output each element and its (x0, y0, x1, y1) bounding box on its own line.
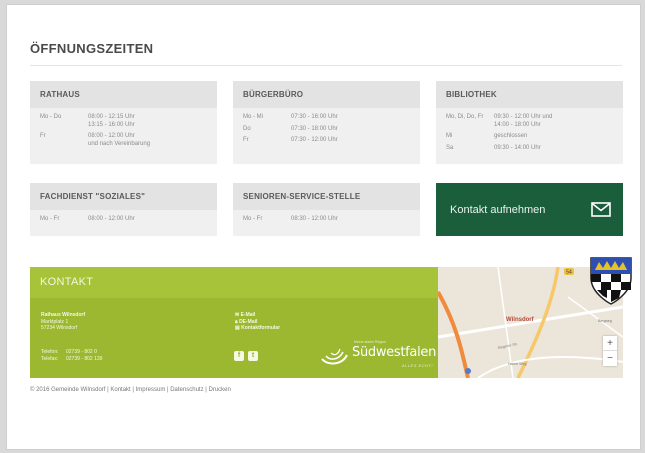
contact-phone: Telefon: 02739 - 802 0 Telefax: 02739 - 80… (41, 349, 102, 362)
hours-day: Sa (446, 144, 454, 151)
fax-label: Telefax: (41, 355, 59, 362)
hours-day: Mo - Fr (40, 216, 60, 222)
footer-link-kontakt[interactable]: Kontakt (110, 387, 130, 393)
hours-time: geschlossen (494, 133, 528, 139)
card-fachdienst-soziales: FACHDIENST "SOZIALES" Mo - Fr 08:00 - 12:… (30, 183, 217, 236)
footer-link-impressum[interactable]: Impressum (136, 387, 166, 393)
hours-row: Mo - Do 08:00 - 12:15 Uhr 13:15 - 16:00 U… (40, 114, 207, 129)
hours-time: 09:30 - 14:00 Uhr (494, 144, 541, 151)
hours-time: 08:00 - 12:00 Uhr und nach Vereinbarung (88, 133, 151, 147)
footer-link-datenschutz[interactable]: Datenschutz (170, 387, 203, 393)
phone-value[interactable]: 02739 - 802 0 (66, 349, 97, 355)
map-road-label: Hainer Weg (508, 362, 526, 366)
card-title: SENIOREN-SERVICE-STELLE (233, 183, 420, 210)
contact-cta-button[interactable]: Kontakt aufnehmen (436, 183, 623, 236)
card-title: RATHAUS (30, 81, 217, 108)
suedwestfalen-logo[interactable]: Meine starke Region Südwestfalen ALLES E… (320, 339, 437, 373)
card-senioren-service: SENIOREN-SERVICE-STELLE Mo - Fr 08:30 - 1… (233, 183, 420, 236)
contact-form-link[interactable]: ▤ Kontaktformular (235, 325, 280, 332)
hours-day: Mo - Fr (243, 216, 263, 222)
map-place-label: Wilnsdorf (506, 317, 535, 323)
zoom-in-button[interactable]: + (603, 336, 617, 351)
hours-row: Mo, Di, Do, Fr 09:30 - 12:00 Uhr und 14:0… (446, 114, 613, 129)
hours-row: Mo - Fr 08:30 - 12:00 Uhr (243, 216, 410, 224)
swoosh-icon (321, 348, 348, 365)
facebook-icon[interactable]: f (234, 351, 244, 361)
title-divider (30, 65, 622, 66)
zoom-out-button[interactable]: − (603, 351, 617, 366)
municipal-crest-icon (590, 257, 632, 305)
footer-link-drucken[interactable]: Drucken (208, 387, 230, 393)
contact-links: ✉ E-Mail 🔒︎ DE-Mail ▤ Kontaktformular (235, 312, 280, 332)
contact-title: KONTAKT (30, 267, 438, 298)
card-title: BIBLIOTHEK (436, 81, 623, 108)
map-road-label: Bergweg (598, 319, 612, 323)
hours-row: Mi geschlossen (446, 133, 613, 141)
hours-day: Mo - Mi (243, 114, 263, 120)
logo-name: Südwestfalen (352, 345, 437, 360)
twitter-icon[interactable]: t (248, 351, 258, 361)
hours-row: Do 07:30 - 18:00 Uhr (243, 126, 410, 134)
footer-copyright: © 2016 Gemeinde Wilnsdorf (30, 387, 106, 393)
hours-row: Mo - Mi 07:30 - 16:00 Uhr (243, 114, 410, 122)
contact-address: Rathaus Wilnsdorf Marktplatz 1 57234 Wil… (41, 312, 85, 332)
hours-time: 07:30 - 12:00 Uhr (291, 137, 338, 143)
hours-day: Do (243, 125, 251, 132)
hours-day: Mo, Di, Do, Fr (446, 114, 484, 120)
section-title: ÖFFNUNGSZEITEN (30, 41, 154, 56)
address-name: Rathaus Wilnsdorf (41, 312, 86, 318)
hours-day: Mi (446, 133, 453, 139)
hours-time: 09:30 - 12:00 Uhr und 14:00 - 18:00 Uhr (494, 114, 553, 128)
fax-value: 02739 - 802 139 (66, 355, 103, 362)
logo-claim: Meine starke Region (354, 340, 387, 344)
map-zoom-controls: + − (603, 336, 617, 366)
hours-row: Mo - Fr 08:00 - 12:00 Uhr (40, 216, 207, 224)
map-route-badge: 54 (566, 270, 572, 276)
contact-panel: KONTAKT Rathaus Wilnsdorf Marktplatz 1 5… (30, 267, 438, 378)
hours-time: 07:30 - 16:00 Uhr (291, 114, 338, 120)
address-city: 57234 Wilnsdorf (41, 325, 78, 331)
hours-row: Fr 08:00 - 12:00 Uhr und nach Vereinbarun… (40, 133, 207, 148)
page: ÖFFNUNGSZEITEN RATHAUS Mo - Do 08:00 - 12… (6, 4, 641, 450)
footer: © 2016 Gemeinde Wilnsdorf | Kontakt | Im… (30, 387, 231, 393)
card-title: BÜRGERBÜRO (233, 81, 420, 108)
hours-day: Fr (40, 133, 46, 139)
hours-day: Mo - Do (40, 114, 62, 120)
hours-time: 08:30 - 12:00 Uhr (291, 216, 338, 222)
logo-tagline: ALLES ECHT! (401, 363, 433, 368)
card-title: FACHDIENST "SOZIALES" (30, 183, 217, 210)
hours-time: 08:00 - 12:00 Uhr (88, 216, 135, 222)
cta-label: Kontakt aufnehmen (450, 203, 546, 216)
card-bibliothek: BIBLIOTHEK Mo, Di, Do, Fr 09:30 - 12:00 U… (436, 81, 623, 164)
hours-day: Fr (243, 137, 249, 143)
social-links: f t (234, 351, 258, 361)
hours-time: 07:30 - 18:00 Uhr (291, 125, 338, 132)
hours-row: Fr 07:30 - 12:00 Uhr (243, 137, 410, 145)
hours-row: Sa 09:30 - 14:00 Uhr (446, 145, 613, 153)
card-rathaus: RATHAUS Mo - Do 08:00 - 12:15 Uhr 13:15 -… (30, 81, 217, 164)
hours-time: 08:00 - 12:15 Uhr 13:15 - 16:00 Uhr (88, 114, 135, 128)
mail-icon (591, 202, 611, 217)
card-buergerbuero: BÜRGERBÜRO Mo - Mi 07:30 - 16:00 Uhr Do 07… (233, 81, 420, 164)
